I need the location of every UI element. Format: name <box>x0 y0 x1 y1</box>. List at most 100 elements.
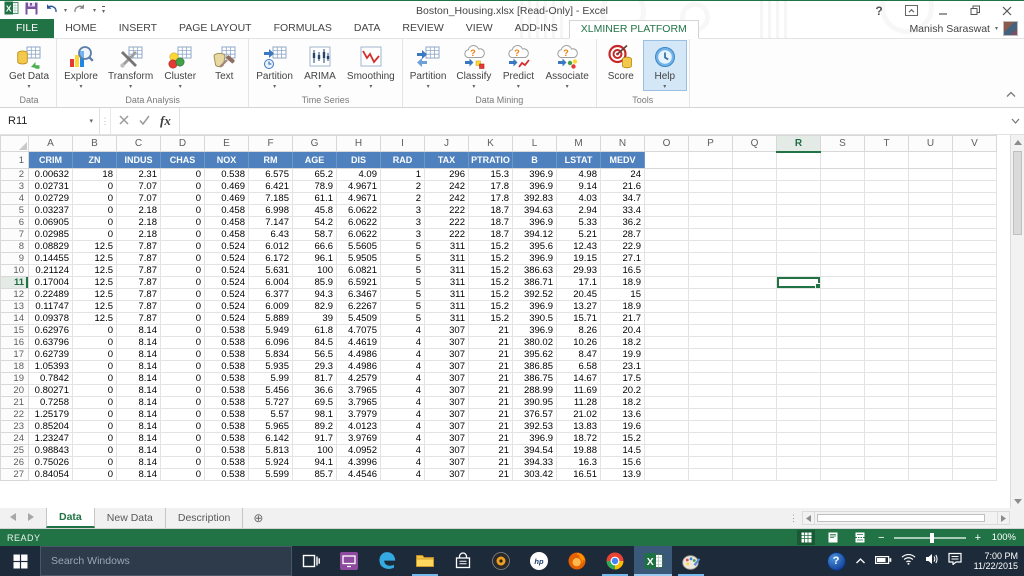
dropdown-caret-icon[interactable]: ▾ <box>273 83 276 90</box>
cell-O19[interactable] <box>645 373 689 385</box>
cell-A10[interactable]: 0.21124 <box>29 265 73 277</box>
cell-N11[interactable]: 18.9 <box>601 277 645 289</box>
cell-R1[interactable] <box>777 152 821 169</box>
cell-N7[interactable]: 28.7 <box>601 229 645 241</box>
cell-U1[interactable] <box>909 152 953 169</box>
row-header-4[interactable]: 4 <box>1 193 29 205</box>
cell-P4[interactable] <box>689 193 733 205</box>
cell-J15[interactable]: 307 <box>425 325 469 337</box>
cell-R12[interactable] <box>777 289 821 301</box>
sheet-table[interactable]: ABCDEFGHIJKLMNOPQRSTUV1CRIMZNINDUSCHASNO… <box>0 135 997 481</box>
row-header-26[interactable]: 26 <box>1 457 29 469</box>
cell-V2[interactable] <box>953 169 997 181</box>
cell-G14[interactable]: 39 <box>293 313 337 325</box>
cell-G6[interactable]: 54.2 <box>293 217 337 229</box>
column-header-V[interactable]: V <box>953 136 997 152</box>
cell-C25[interactable]: 8.14 <box>117 445 161 457</box>
cell-E3[interactable]: 0.469 <box>205 181 249 193</box>
cell-I17[interactable]: 4 <box>381 349 425 361</box>
cell-H2[interactable]: 4.09 <box>337 169 381 181</box>
cell-I27[interactable]: 4 <box>381 469 425 481</box>
cell-H7[interactable]: 6.0622 <box>337 229 381 241</box>
cell-V19[interactable] <box>953 373 997 385</box>
ribbon-button-partition[interactable]: Partition▾ <box>251 40 298 91</box>
taskbar-app-excel-icon[interactable]: X <box>634 546 672 576</box>
cell-H4[interactable]: 4.9671 <box>337 193 381 205</box>
cell-B17[interactable]: 0 <box>73 349 117 361</box>
cell-Q9[interactable] <box>733 253 777 265</box>
cell-S24[interactable] <box>821 433 865 445</box>
cell-J12[interactable]: 311 <box>425 289 469 301</box>
cell-C27[interactable]: 8.14 <box>117 469 161 481</box>
cell-C4[interactable]: 7.07 <box>117 193 161 205</box>
cell-H24[interactable]: 3.9769 <box>337 433 381 445</box>
ribbon-display-options-button[interactable] <box>902 3 920 19</box>
cell-E24[interactable]: 0.538 <box>205 433 249 445</box>
cell-Q15[interactable] <box>733 325 777 337</box>
cell-F26[interactable]: 5.924 <box>249 457 293 469</box>
cell-H6[interactable]: 6.0622 <box>337 217 381 229</box>
cell-N3[interactable]: 21.6 <box>601 181 645 193</box>
cell-D7[interactable]: 0 <box>161 229 205 241</box>
cell-K26[interactable]: 21 <box>469 457 513 469</box>
cell-K10[interactable]: 15.2 <box>469 265 513 277</box>
cell-T16[interactable] <box>865 337 909 349</box>
cell-J4[interactable]: 242 <box>425 193 469 205</box>
zoom-level[interactable]: 100% <box>990 532 1016 543</box>
cell-K27[interactable]: 21 <box>469 469 513 481</box>
cell-K24[interactable]: 21 <box>469 433 513 445</box>
cell-F20[interactable]: 5.456 <box>249 385 293 397</box>
formula-bar-expand-icon[interactable] <box>1006 108 1024 134</box>
cell-U25[interactable] <box>909 445 953 457</box>
cell-U14[interactable] <box>909 313 953 325</box>
cancel-formula-icon[interactable] <box>119 112 129 130</box>
scroll-down-icon[interactable] <box>1011 494 1024 508</box>
cell-M20[interactable]: 11.69 <box>557 385 601 397</box>
field-header-rad[interactable]: RAD <box>381 152 425 169</box>
cell-O13[interactable] <box>645 301 689 313</box>
cell-L14[interactable]: 390.5 <box>513 313 557 325</box>
cell-R2[interactable] <box>777 169 821 181</box>
cell-A26[interactable]: 0.75026 <box>29 457 73 469</box>
cell-B12[interactable]: 12.5 <box>73 289 117 301</box>
cell-Q17[interactable] <box>733 349 777 361</box>
cell-N14[interactable]: 21.7 <box>601 313 645 325</box>
cell-R3[interactable] <box>777 181 821 193</box>
row-header-23[interactable]: 23 <box>1 421 29 433</box>
cell-V14[interactable] <box>953 313 997 325</box>
cell-A17[interactable]: 0.62739 <box>29 349 73 361</box>
cell-H10[interactable]: 6.0821 <box>337 265 381 277</box>
cell-O8[interactable] <box>645 241 689 253</box>
cell-H22[interactable]: 3.7979 <box>337 409 381 421</box>
field-header-crim[interactable]: CRIM <box>29 152 73 169</box>
cell-O15[interactable] <box>645 325 689 337</box>
cell-E22[interactable]: 0.538 <box>205 409 249 421</box>
zoom-slider-thumb[interactable] <box>930 533 934 543</box>
cell-F5[interactable]: 6.998 <box>249 205 293 217</box>
cell-R4[interactable] <box>777 193 821 205</box>
column-header-M[interactable]: M <box>557 136 601 152</box>
cell-R26[interactable] <box>777 457 821 469</box>
cell-M22[interactable]: 21.02 <box>557 409 601 421</box>
cell-M6[interactable]: 5.33 <box>557 217 601 229</box>
cell-C14[interactable]: 7.87 <box>117 313 161 325</box>
field-header-b[interactable]: B <box>513 152 557 169</box>
ribbon-button-predict[interactable]: ?Predict▾ <box>496 40 540 91</box>
cell-U7[interactable] <box>909 229 953 241</box>
scroll-right-icon[interactable] <box>997 511 1010 525</box>
cell-B18[interactable]: 0 <box>73 361 117 373</box>
cell-A4[interactable]: 0.02729 <box>29 193 73 205</box>
column-header-I[interactable]: I <box>381 136 425 152</box>
cell-A23[interactable]: 0.85204 <box>29 421 73 433</box>
cell-S4[interactable] <box>821 193 865 205</box>
cell-A22[interactable]: 1.25179 <box>29 409 73 421</box>
cell-C6[interactable]: 2.18 <box>117 217 161 229</box>
cell-G13[interactable]: 82.9 <box>293 301 337 313</box>
cell-J10[interactable]: 311 <box>425 265 469 277</box>
cell-D4[interactable]: 0 <box>161 193 205 205</box>
cell-F18[interactable]: 5.935 <box>249 361 293 373</box>
cell-C3[interactable]: 7.07 <box>117 181 161 193</box>
vertical-scrollbar[interactable] <box>1010 135 1024 508</box>
cell-C23[interactable]: 8.14 <box>117 421 161 433</box>
cell-L3[interactable]: 396.9 <box>513 181 557 193</box>
